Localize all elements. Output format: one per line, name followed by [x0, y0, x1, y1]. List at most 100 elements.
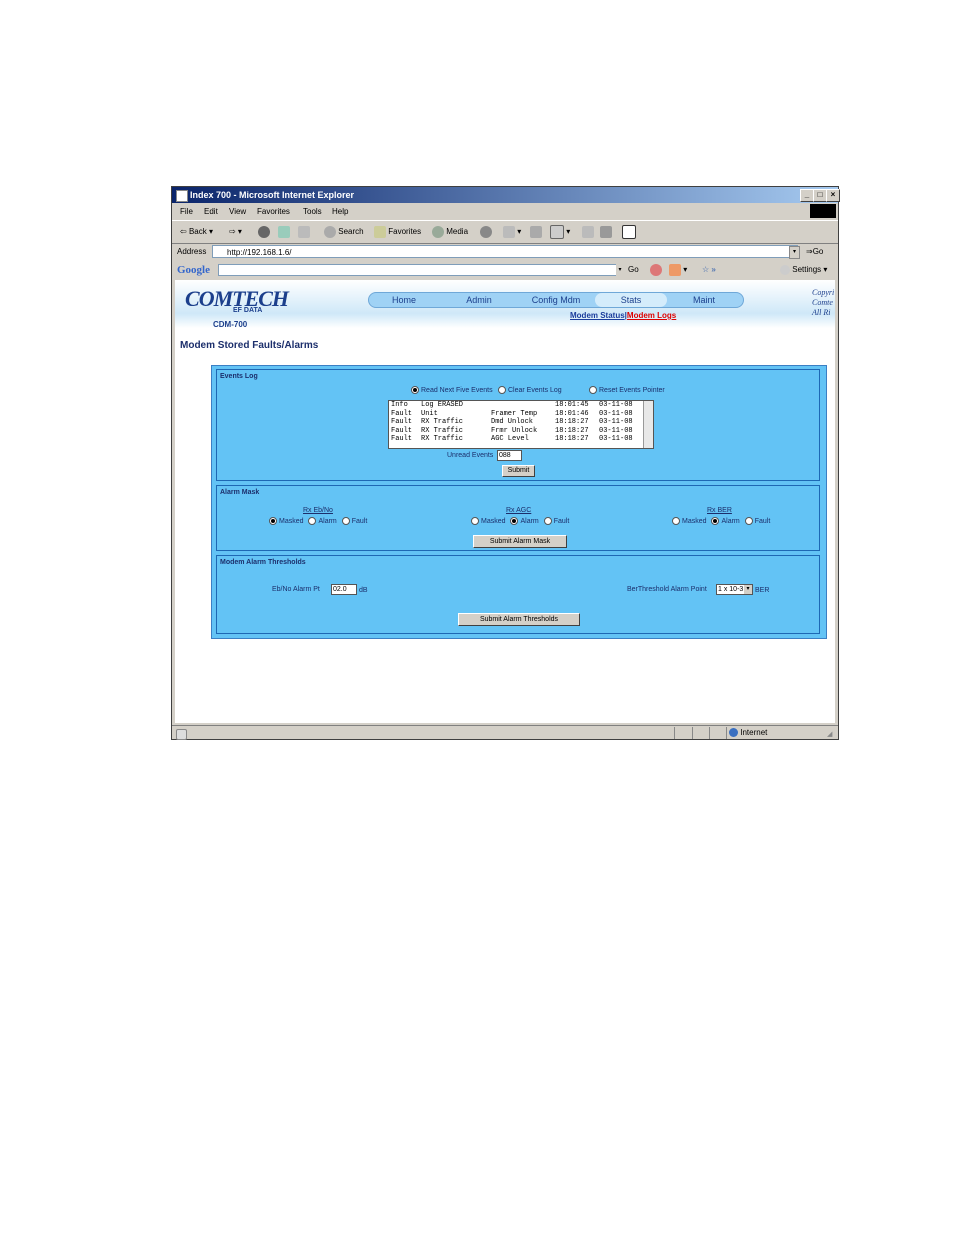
copyright-line-1: Copyri [812, 288, 835, 297]
google-search-input[interactable] [218, 264, 624, 276]
list-item: Fault RX Traffic Frmr Unlock 18:18:27 03-11-… [391, 426, 633, 435]
close-button[interactable]: × [826, 189, 840, 202]
rx-ebno-masked-radio[interactable] [269, 517, 277, 525]
rx-ber-fault-radio[interactable] [744, 517, 753, 525]
minimize-button[interactable]: _ [800, 189, 814, 202]
ber-threshold-select[interactable]: 1 x 10-3 ▾ [716, 584, 753, 595]
chevron-down-icon[interactable]: ▾ [744, 585, 752, 594]
list-item: Fault RX Traffic AGC Level 18:18:27 03-11-08 [391, 435, 633, 444]
menu-view[interactable]: View [229, 204, 246, 219]
page-title: Modem Stored Faults/Alarms [180, 340, 319, 351]
ber-threshold-label: BerThreshold Alarm Point [627, 586, 707, 593]
windows-logo-icon [810, 204, 836, 218]
messenger-icon[interactable] [600, 221, 612, 243]
mail-icon[interactable]: ▾ [503, 221, 521, 243]
reset-pointer-radio[interactable] [589, 386, 597, 394]
menu-file[interactable]: File [180, 204, 193, 219]
clear-log-option[interactable]: Clear Events Log [498, 386, 562, 394]
rx-agc-radios: Masked Alarm Fault [471, 517, 569, 525]
copyright-line-3: All Ri [812, 308, 831, 317]
rx-ebno-alarm-radio[interactable] [308, 517, 317, 525]
discuss-icon[interactable] [582, 221, 594, 243]
unread-events-input[interactable]: 088 [497, 450, 522, 461]
ebno-unit: dB [359, 587, 368, 594]
rx-ber-alarm-radio[interactable] [711, 517, 720, 525]
tab-admin[interactable]: Admin [446, 293, 512, 307]
sub-nav: Modem Status|Modem Logs [570, 311, 676, 320]
google-dropdown[interactable]: ▾ [616, 264, 624, 276]
thresholds-title: Modem Alarm Thresholds [220, 559, 306, 566]
tab-stats[interactable]: Stats [595, 293, 667, 307]
internet-zone: Internet [729, 726, 767, 740]
stats-panel: Events Log Read Next Five Events Clear E… [211, 365, 827, 639]
ebno-alarm-input[interactable]: 02.0 [331, 584, 357, 595]
title-bar: Index 700 - Microsoft Internet Explorer … [172, 187, 840, 203]
history-icon[interactable] [480, 221, 492, 243]
print-icon[interactable] [530, 221, 542, 243]
copyright-line-2: Comte [812, 298, 833, 307]
rx-ber-label: Rx BER [707, 507, 732, 514]
menu-tools[interactable]: Tools [303, 204, 322, 219]
tab-config-mdm[interactable]: Config Mdm [519, 293, 593, 307]
ie-icon [176, 190, 188, 202]
go-button[interactable]: ⇒Go [806, 243, 823, 261]
submit-thresholds-button[interactable]: Submit Alarm Thresholds [458, 613, 580, 626]
address-bar: Address http://192.168.1.6/ ▾ ⇒Go [172, 243, 838, 261]
address-input[interactable]: http://192.168.1.6/ [212, 245, 798, 258]
media-button[interactable]: Media [432, 221, 468, 243]
popup-blocker-icon[interactable]: ▾ [669, 261, 687, 279]
modem-status-link[interactable]: Modem Status [570, 311, 625, 320]
status-bar: Internet ◢ [172, 725, 838, 742]
events-log-title: Events Log [220, 373, 258, 380]
rx-agc-label: Rx AGC [506, 507, 532, 514]
clear-log-radio[interactable] [498, 386, 506, 394]
unread-events-label: Unread Events [447, 452, 494, 459]
rx-agc-alarm-radio[interactable] [510, 517, 519, 525]
modem-logs-link[interactable]: Modem Logs [627, 311, 676, 320]
tab-home[interactable]: Home [373, 293, 435, 307]
refresh-icon[interactable] [278, 221, 290, 243]
model-label: CDM-700 [213, 320, 248, 329]
thresholds-section: Modem Alarm Thresholds Eb/No Alarm Pt 02… [216, 555, 820, 634]
listbox-scrollbar[interactable] [643, 401, 653, 448]
events-log-section: Events Log Read Next Five Events Clear E… [216, 369, 820, 481]
read-next-option[interactable]: Read Next Five Events [411, 386, 493, 394]
forward-button[interactable]: ⇨ ▾ [229, 221, 242, 243]
list-item: Info Log ERASED 18:01:45 03-11-08 [391, 401, 633, 409]
google-settings-button[interactable]: Settings ▾ [780, 261, 827, 279]
rx-ber-radios: Masked Alarm Fault [672, 517, 770, 525]
menu-favorites[interactable]: Favorites [257, 204, 290, 219]
tab-maint[interactable]: Maint [671, 293, 737, 307]
list-item: Fault RX Traffic Dmd Unlock 18:18:27 03-11-0… [391, 418, 633, 427]
toolbar: ⇦ Back ▾ ⇨ ▾ Search Favorites Media ▾ ▾ [172, 220, 838, 244]
menu-edit[interactable]: Edit [204, 204, 218, 219]
menu-help[interactable]: Help [332, 204, 348, 219]
events-listbox[interactable]: Info Log ERASED 18:01:45 03-11-08 Fault Unit… [388, 400, 654, 449]
back-button[interactable]: ⇦ Back ▾ [180, 221, 213, 243]
rx-agc-masked-radio[interactable] [471, 517, 479, 525]
edit-icon[interactable]: ▾ [550, 221, 570, 243]
copyright-text: Copyri Comte All Ri [812, 288, 834, 318]
reset-pointer-option[interactable]: Reset Events Pointer [589, 386, 665, 394]
home-icon[interactable] [298, 221, 310, 243]
read-next-radio[interactable] [411, 386, 419, 394]
submit-alarm-mask-button[interactable]: Submit Alarm Mask [473, 535, 567, 548]
submit-events-button[interactable]: Submit [502, 465, 535, 477]
maximize-button[interactable]: □ [813, 189, 827, 202]
rx-ebno-radios: Masked Alarm Fault [269, 517, 367, 525]
rx-agc-fault-radio[interactable] [543, 517, 552, 525]
bookmark-star-icon[interactable]: ☆ » [702, 261, 716, 279]
rx-ber-masked-radio[interactable] [672, 517, 680, 525]
address-dropdown[interactable]: ▾ [789, 246, 800, 259]
stop-icon[interactable] [258, 221, 270, 243]
research-icon[interactable] [622, 221, 636, 243]
rx-ebno-fault-radio[interactable] [341, 517, 350, 525]
google-go-button[interactable]: Go [628, 261, 639, 279]
resize-grip-icon[interactable]: ◢ [827, 728, 832, 742]
favorites-button[interactable]: Favorites [374, 221, 421, 243]
ebno-alarm-label: Eb/No Alarm Pt [272, 586, 320, 593]
search-button[interactable]: Search [324, 221, 364, 243]
nav-tabs: Home Admin Config Mdm Stats Maint [368, 292, 744, 308]
logo-subtitle: EF DATA [233, 307, 263, 314]
address-label: Address [177, 247, 207, 256]
